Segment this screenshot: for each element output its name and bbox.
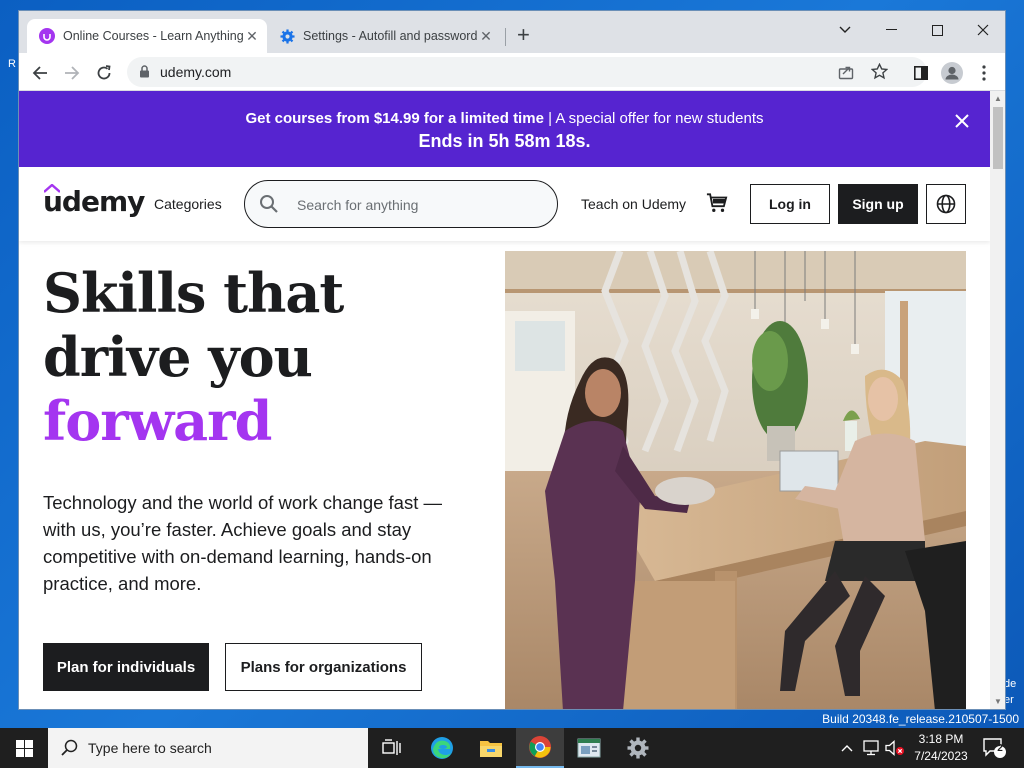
chrome-browser-icon[interactable]	[516, 728, 564, 768]
promo-headline: Get courses from $14.99 for a limited ti…	[19, 110, 990, 127]
gear-icon	[279, 28, 295, 44]
settings-gear-icon[interactable]	[614, 728, 662, 768]
notification-count-badge: 2	[997, 743, 1003, 754]
close-banner-icon[interactable]	[952, 111, 972, 131]
promo-banner[interactable]: Get courses from $14.99 for a limited ti…	[19, 91, 990, 167]
tab-strip: Online Courses - Learn Anything ✕ Settin…	[19, 11, 1005, 53]
clock-time: 3:18 PM	[918, 732, 964, 746]
desktop-icon-label-fragment: R	[8, 58, 16, 70]
search-input[interactable]	[297, 193, 547, 217]
promo-subtext: A special offer for new students	[555, 110, 764, 127]
close-tab-icon[interactable]: ✕	[243, 28, 261, 45]
search-icon[interactable]	[259, 194, 279, 219]
login-button[interactable]: Log in	[750, 184, 830, 224]
maximize-button[interactable]	[914, 17, 960, 43]
tray-overflow-chevron-icon[interactable]	[836, 728, 858, 768]
search-bar[interactable]	[244, 180, 558, 228]
hero-title: Skills that drive you forward	[43, 261, 344, 453]
system-clock[interactable]: 3:18 PM 7/24/2023	[908, 731, 974, 765]
promo-separator: |	[543, 110, 556, 127]
signup-button[interactable]: Sign up	[838, 184, 918, 224]
bookmark-star-icon[interactable]	[870, 62, 889, 85]
taskbar-search-text: Type here to search	[88, 740, 212, 756]
tab-settings[interactable]: Settings - Autofill and passwords ✕	[267, 19, 501, 53]
hero-title-line: Skills that	[43, 261, 344, 325]
scroll-down-icon[interactable]: ▼	[994, 697, 1002, 706]
shopping-cart-icon[interactable]	[706, 192, 728, 219]
forward-arrow-icon[interactable]	[59, 60, 85, 86]
plans-organizations-button[interactable]: Plans for organizations	[225, 643, 422, 691]
hero-description: Technology and the world of work change …	[43, 492, 443, 594]
notification-center-icon[interactable]: 2	[980, 728, 1008, 768]
task-view-icon[interactable]	[368, 728, 416, 768]
app-window-icon[interactable]	[565, 728, 613, 768]
back-arrow-icon[interactable]	[27, 60, 53, 86]
udemy-logo[interactable]: udemy	[43, 185, 145, 218]
tab-separator	[505, 28, 506, 46]
categories-link[interactable]: Categories	[154, 196, 222, 212]
site-header: udemy Categories Teach on Udemy Log in S…	[19, 167, 990, 241]
page-scrollbar[interactable]: ▲ ▼	[990, 91, 1005, 709]
network-icon[interactable]	[860, 728, 882, 768]
taskbar-search-box[interactable]: Type here to search	[48, 728, 368, 768]
address-bar[interactable]: udemy.com	[127, 57, 927, 87]
tab-title: Settings - Autofill and passwords	[303, 29, 477, 43]
minimize-button[interactable]	[868, 17, 914, 43]
tab-search-chevron-icon[interactable]	[822, 17, 868, 43]
url-text: udemy.com	[160, 64, 232, 80]
language-globe-icon[interactable]	[926, 184, 966, 224]
browser-toolbar: udemy.com	[19, 53, 1005, 91]
share-icon[interactable]	[838, 64, 854, 85]
scrollbar-thumb[interactable]	[993, 107, 1003, 169]
close-tab-icon[interactable]: ✕	[477, 28, 495, 45]
clock-date: 7/24/2023	[914, 749, 968, 763]
hero-title-accent: forward	[43, 389, 272, 453]
menu-kebab-icon[interactable]	[971, 60, 997, 86]
new-tab-button[interactable]: +	[517, 24, 530, 46]
file-explorer-icon[interactable]	[467, 728, 515, 768]
lock-icon[interactable]	[139, 65, 150, 83]
volume-muted-icon[interactable]	[884, 728, 906, 768]
page-viewport: Get courses from $14.99 for a limited ti…	[19, 91, 990, 709]
promo-countdown: Ends in 5h 58m 18s.	[418, 131, 591, 151]
search-icon	[61, 739, 79, 762]
side-panel-icon[interactable]	[908, 60, 934, 86]
edge-browser-icon[interactable]	[418, 728, 466, 768]
browser-window: Online Courses - Learn Anything ✕ Settin…	[18, 10, 1006, 710]
promo-bold: Get courses from $14.99 for a limited ti…	[245, 110, 544, 127]
teach-link[interactable]: Teach on Udemy	[581, 196, 686, 212]
scroll-up-icon[interactable]: ▲	[994, 94, 1002, 103]
hero-title-line: drive you	[43, 325, 313, 389]
close-window-button[interactable]	[960, 17, 1005, 43]
tab-title: Online Courses - Learn Anything	[63, 29, 243, 43]
reload-icon[interactable]	[91, 60, 117, 86]
udemy-favicon-icon	[39, 28, 55, 44]
build-watermark: Build 20348.fe_release.210507-1500	[822, 712, 1019, 726]
plan-individuals-button[interactable]: Plan for individuals	[43, 643, 209, 691]
taskbar: Type here to search 3:18 PM 7/24/2023 2	[0, 728, 1024, 768]
windows-start-icon[interactable]	[0, 728, 48, 768]
hero-image	[505, 251, 966, 709]
profile-avatar-icon[interactable]	[939, 60, 965, 86]
tab-udemy[interactable]: Online Courses - Learn Anything ✕	[27, 19, 267, 53]
